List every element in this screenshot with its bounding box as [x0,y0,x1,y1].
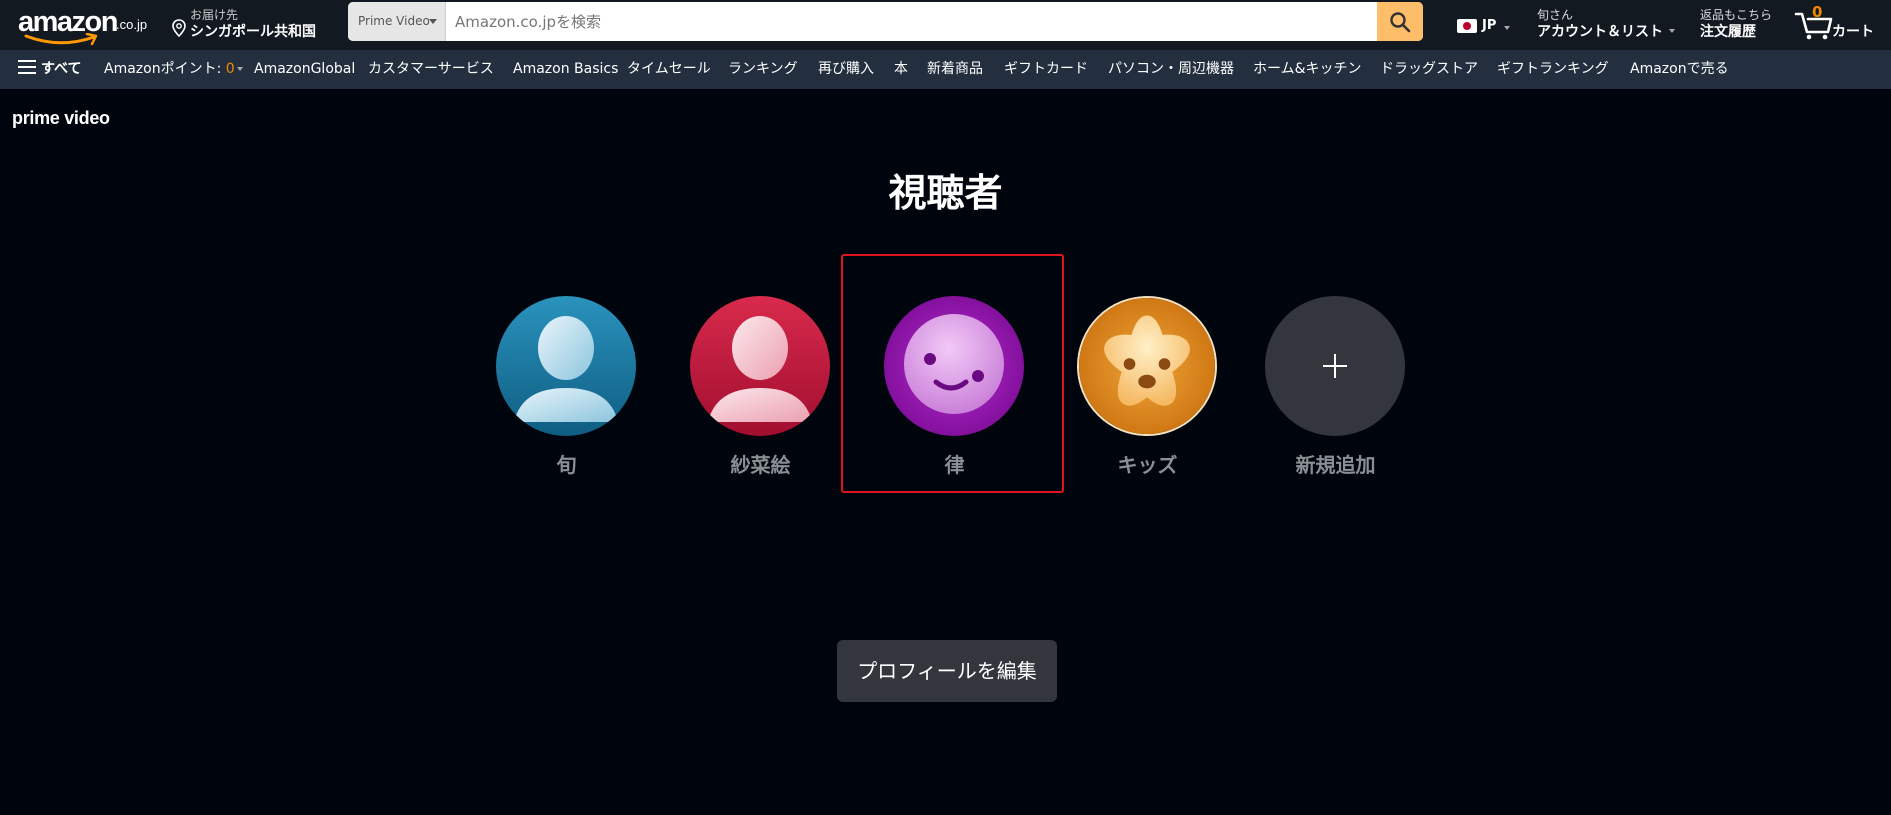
nav-item-buy-again[interactable]: 再び購入 [818,50,874,89]
nav-item-home-kitchen[interactable]: ホーム&キッチン [1253,50,1362,89]
language-code: JP [1482,18,1497,33]
edit-profiles-button[interactable]: プロフィールを編集 [837,640,1057,702]
nav-item-amazon-global[interactable]: AmazonGlobal [254,50,355,89]
search-button[interactable] [1377,2,1423,41]
orders-label: 注文履歴 [1700,24,1756,40]
nav-item-customer-service[interactable]: カスタマーサービス [368,50,494,89]
returns-and-orders[interactable]: 返品もこちら 注文履歴 [1694,4,1774,44]
location-pin-icon [172,19,186,37]
points-value: 0 [225,61,235,77]
top-navbar: amazon .co.jp お届け先 シンガポール共和国 Prime Video [0,0,1891,50]
search-category-label: Prime Video [358,14,430,28]
star-face-icon [1077,296,1217,436]
person-icon [690,296,830,436]
points-label: Amazonポイント: [104,61,226,77]
add-profile-label: 新規追加 [1295,453,1376,477]
logo-tld: .co.jp [116,17,148,32]
profile-name: 旬 [556,453,577,477]
language-selector[interactable]: JP [1452,14,1514,38]
japan-flag-icon [1457,19,1477,33]
deliver-country: シンガポール共和国 [190,24,316,40]
profile-name: キッズ [1117,453,1178,477]
chevron-down-icon [429,19,437,24]
profile-shun[interactable]: 旬 [494,296,639,477]
search-input[interactable] [446,2,1376,41]
profile-kids[interactable]: キッズ [1075,296,1220,477]
nav-item-gift-ranking[interactable]: ギフトランキング [1497,50,1609,89]
amazon-logo[interactable]: amazon .co.jp [14,4,154,46]
cart-label: カート [1832,24,1874,40]
nav-item-amazon-basics[interactable]: Amazon Basics [513,50,618,89]
selected-profile-highlight [841,254,1064,493]
page-title: 視聴者 [888,171,1003,215]
all-menu-button[interactable]: すべて [18,50,81,89]
cart-button[interactable]: 0 カート [1790,2,1880,46]
smile-arrow-icon [24,33,98,46]
nav-item-time-sale[interactable]: タイムセール [627,50,711,89]
nav-item-books[interactable]: 本 [894,50,908,89]
cart-count: 0 [1812,3,1823,21]
account-and-lists[interactable]: 旬さん アカウント＆リスト [1532,4,1682,44]
chevron-down-icon [1669,29,1675,33]
profile-name: 紗菜絵 [730,453,791,477]
search-bar: Prime Video [348,2,1423,41]
nav-item-computers[interactable]: パソコン・周辺機器 [1108,50,1234,89]
all-menu-label: すべて [41,61,82,77]
prime-video-logo[interactable]: prime video [12,108,110,129]
profile-sanae[interactable]: 紗菜絵 [688,296,833,477]
deliver-to[interactable]: お届け先 シンガポール共和国 [170,4,330,46]
chevron-down-icon [236,67,243,71]
search-icon [1390,12,1411,33]
person-icon [496,296,636,436]
nav-item-ranking[interactable]: ランキング [728,50,798,89]
add-profile-button[interactable]: 新規追加 [1263,296,1408,477]
plus-icon [1265,296,1405,436]
search-category-dropdown[interactable]: Prime Video [348,2,446,41]
chevron-down-icon [1504,26,1510,30]
nav-item-new-releases[interactable]: 新着商品 [927,50,983,89]
nav-item-gift-cards[interactable]: ギフトカード [1004,50,1088,89]
hamburger-icon [18,60,36,74]
account-label: アカウント＆リスト [1537,24,1663,40]
nav-item-sell-on-amazon[interactable]: Amazonで売る [1630,50,1729,89]
nav-item-points[interactable]: Amazonポイント: 0 [104,50,243,89]
nav-item-drugstore[interactable]: ドラッグストア [1380,50,1478,89]
sub-navbar: すべて Amazonポイント: 0 AmazonGlobal カスタマーサービス… [0,50,1891,89]
